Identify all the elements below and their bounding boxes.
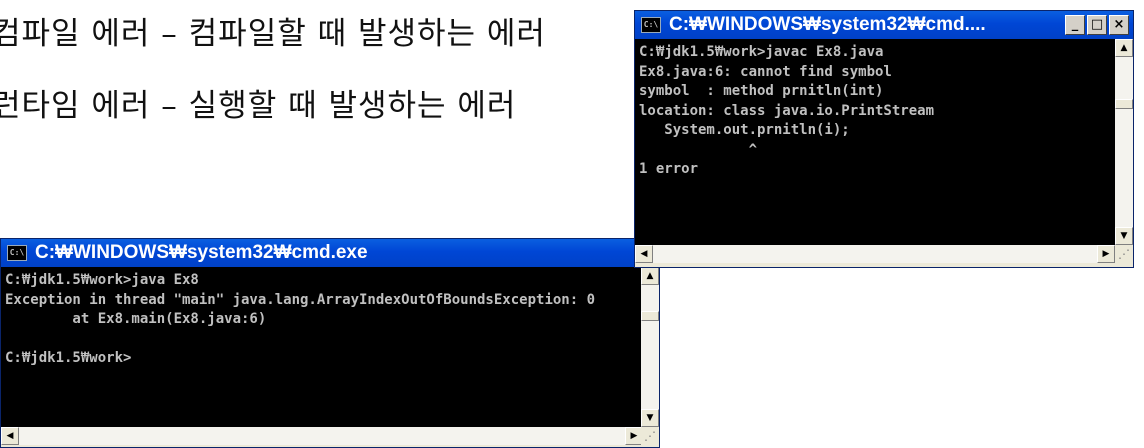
console-line: 1 error — [639, 161, 699, 177]
console-line: C:₩jdk1.5₩work> — [5, 350, 132, 366]
resize-grip-icon[interactable]: ⋰ — [1115, 245, 1133, 263]
cmd-icon[interactable]: C:\ — [641, 17, 661, 33]
scroll-thumb[interactable] — [1115, 99, 1133, 109]
scroll-thumb[interactable] — [641, 311, 659, 321]
close-button[interactable]: × — [1109, 15, 1129, 35]
console-line: at Ex8.main(Ex8.java:6) — [5, 311, 267, 327]
scroll-up-icon[interactable]: ▲ — [1115, 39, 1133, 57]
vertical-scrollbar[interactable]: ▲ ▼ — [641, 267, 659, 427]
vertical-scrollbar[interactable]: ▲ ▼ — [1115, 39, 1133, 245]
compile-error-definition: 컴파일 에러 – 컴파일할 때 발생하는 에러 — [0, 16, 546, 52]
resize-grip-icon[interactable]: ⋰ — [641, 427, 659, 445]
horizontal-scrollbar[interactable]: ◀ ▶ — [635, 245, 1115, 263]
console-line: Exception in thread "main" java.lang.Arr… — [5, 291, 596, 308]
maximize-button[interactable]: □ — [1087, 15, 1107, 35]
runtime-window-titlebar[interactable]: C:\ C:₩WINDOWS₩system32₩cmd.exe — [1, 239, 659, 267]
minimize-button[interactable]: _ — [1065, 15, 1085, 35]
console-line: C:₩jdk1.5₩work>javac Ex8.java — [639, 44, 884, 60]
runtime-cmd-window[interactable]: C:\ C:₩WINDOWS₩system32₩cmd.exe C:₩jdk1.… — [0, 238, 660, 448]
console-line: location: class java.io.PrintStream — [639, 102, 935, 119]
scroll-down-icon[interactable]: ▼ — [1115, 227, 1133, 245]
console-line: symbol : method prnitln(int) — [639, 83, 884, 99]
console-line: System.out.prnitln(i); — [639, 122, 850, 138]
console-line: C:₩jdk1.5₩work>java Ex8 — [5, 272, 199, 288]
scroll-left-icon[interactable]: ◀ — [1, 427, 19, 445]
cmd-icon[interactable]: C:\ — [7, 245, 27, 261]
scroll-left-icon[interactable]: ◀ — [635, 245, 653, 263]
runtime-window-title: C:₩WINDOWS₩system32₩cmd.exe — [35, 242, 368, 263]
scroll-up-icon[interactable]: ▲ — [641, 267, 659, 285]
compile-window-title: C:₩WINDOWS₩system32₩cmd.... — [669, 14, 986, 35]
console-line: Ex8.java:6: cannot find symbol — [639, 63, 892, 80]
compile-console-output[interactable]: C:₩jdk1.5₩work>javac Ex8.java Ex8.java:6… — [635, 39, 1115, 245]
horizontal-scrollbar[interactable]: ◀ ▶ — [1, 427, 643, 445]
scroll-right-icon[interactable]: ▶ — [1097, 245, 1115, 263]
compile-cmd-window[interactable]: C:\ C:₩WINDOWS₩system32₩cmd.... _ □ × C:… — [634, 10, 1134, 268]
window-controls: _ □ × — [1065, 15, 1129, 35]
runtime-console-output[interactable]: C:₩jdk1.5₩work>java Ex8 Exception in thr… — [1, 267, 643, 427]
runtime-error-definition: 런타임 에러 – 실행할 때 발생하는 에러 — [0, 88, 517, 124]
console-line: ^ — [639, 141, 758, 158]
compile-window-titlebar[interactable]: C:\ C:₩WINDOWS₩system32₩cmd.... _ □ × — [635, 11, 1133, 39]
scroll-down-icon[interactable]: ▼ — [641, 409, 659, 427]
